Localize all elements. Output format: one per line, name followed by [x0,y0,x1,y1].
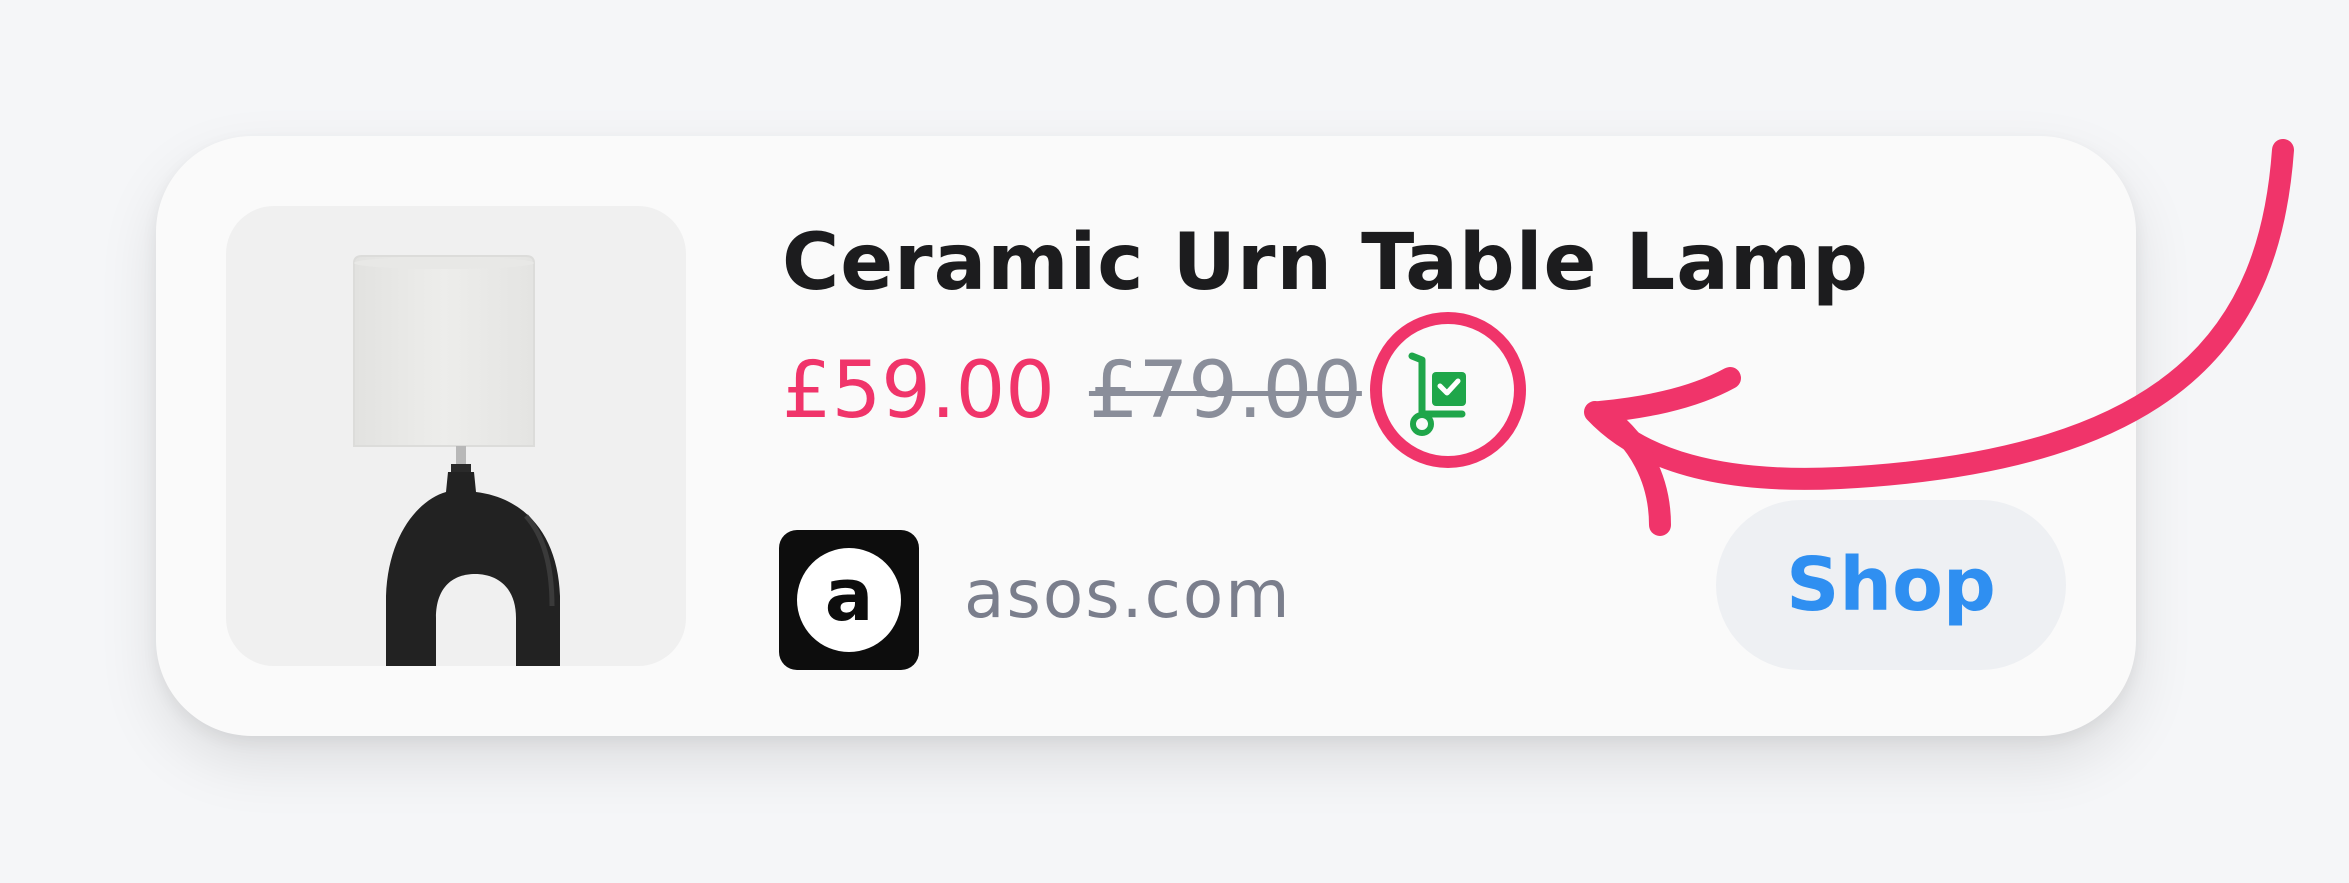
product-card[interactable]: Ceramic Urn Table Lamp £59.00 £79.00 a a… [156,136,2136,736]
original-price: £79.00 [1088,346,1362,436]
price-row: £59.00 £79.00 [782,336,1492,446]
table-lamp-image [353,255,560,666]
cart-check-icon[interactable] [1382,336,1492,446]
shop-button[interactable]: Shop [1716,500,2066,670]
store-domain[interactable]: asos.com [964,556,1292,633]
product-image[interactable] [226,206,686,666]
store-logo-letter: a [797,548,901,652]
product-title[interactable]: Ceramic Urn Table Lamp [782,218,1869,308]
current-price: £59.00 [782,346,1055,436]
store-logo: a [779,530,919,670]
